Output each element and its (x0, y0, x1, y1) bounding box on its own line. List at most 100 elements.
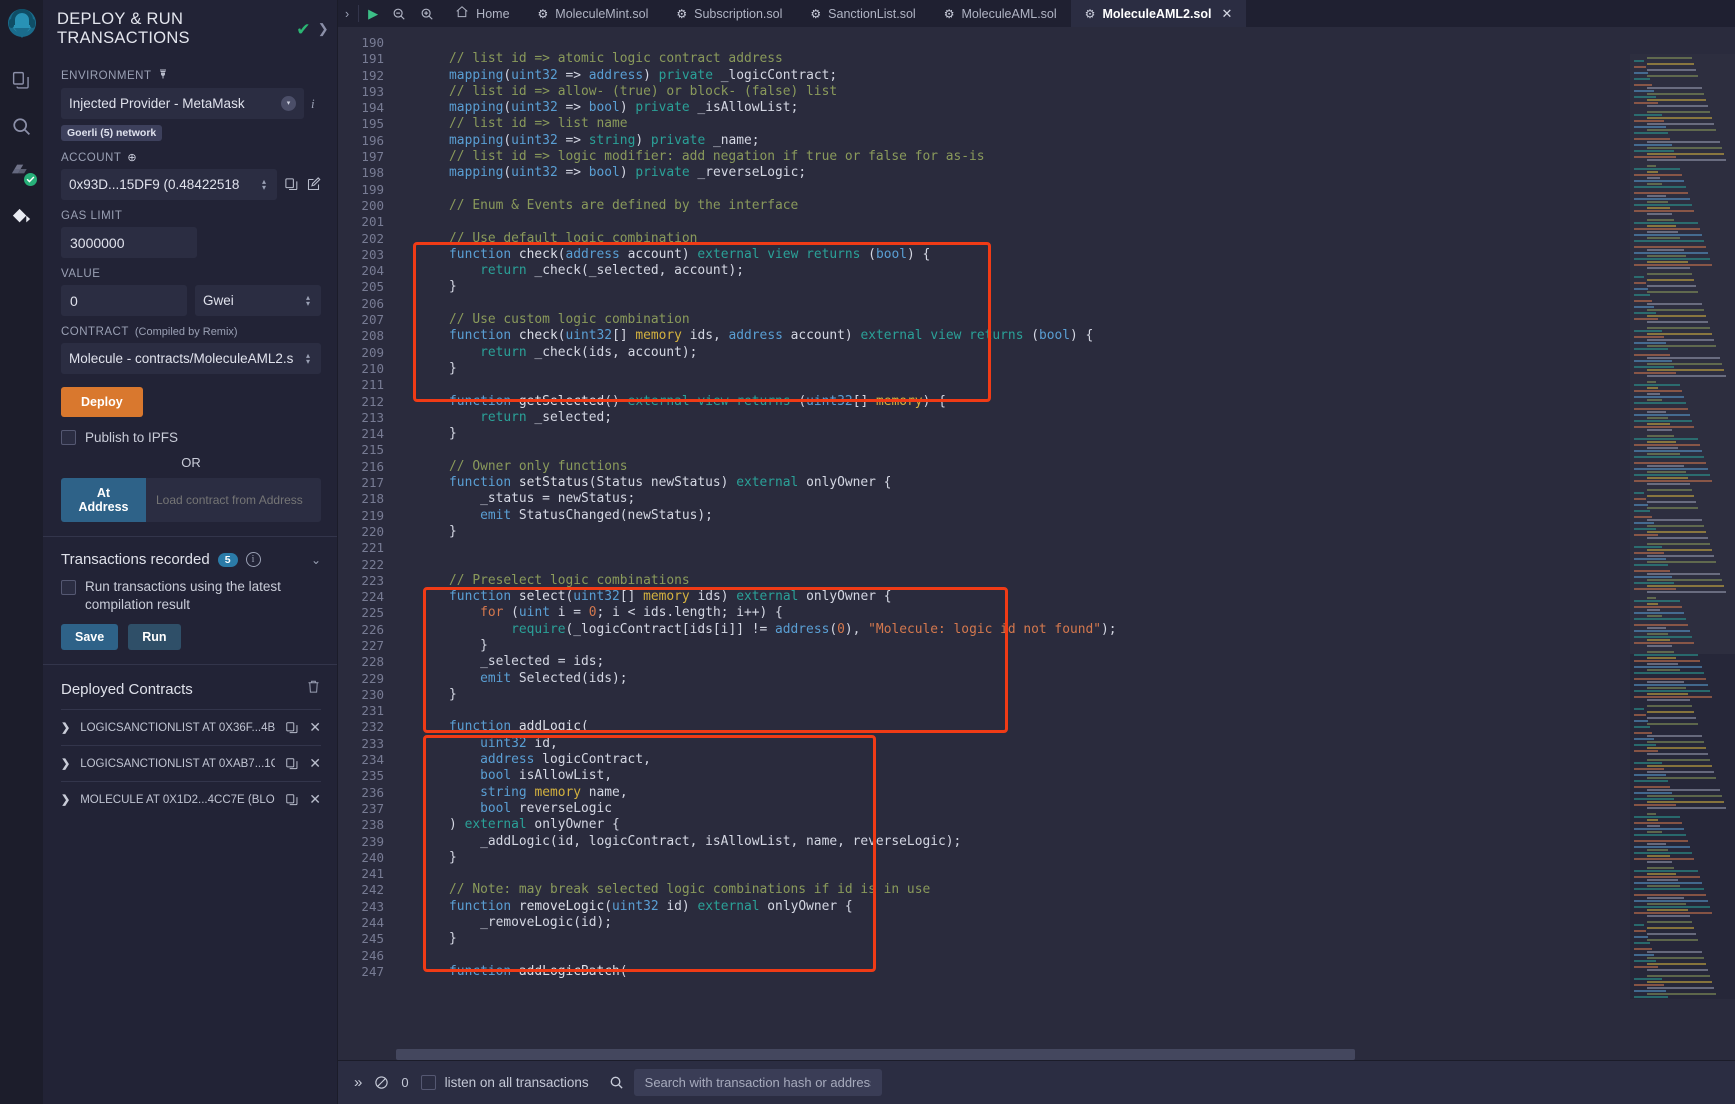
publish-ipfs-checkbox[interactable] (61, 430, 76, 445)
code-line[interactable]: _selected = ids; (396, 654, 1735, 670)
code-line[interactable]: return _check(ids, account); (396, 345, 1735, 361)
code-line[interactable]: mapping(uint32 => bool) private _reverse… (396, 165, 1735, 181)
deploy-button[interactable]: Deploy (61, 387, 143, 417)
account-select[interactable]: 0x93D...15DF9 (0.48422518 ▴ ▾ (61, 169, 277, 200)
solidity-compiler-icon[interactable] (3, 152, 41, 192)
copy-icon[interactable] (285, 793, 299, 807)
code-line[interactable]: // Note: may break selected logic combin… (396, 882, 1735, 898)
tab-subscription[interactable]: ⚙ Subscription.sol (662, 0, 796, 27)
code-line[interactable]: // Enum & Events are defined by the inte… (396, 198, 1735, 214)
code-line[interactable]: } (396, 687, 1735, 703)
code-line[interactable]: // list id => allow- (true) or block- (f… (396, 84, 1735, 100)
code-line[interactable] (396, 557, 1735, 573)
list-item[interactable]: ❯ LOGICSANCTIONLIST AT 0X36F...4BE ✕ (61, 709, 321, 745)
scrollbar-thumb[interactable] (396, 1049, 1355, 1060)
code-line[interactable]: _status = newStatus; (396, 491, 1735, 507)
gas-limit-input[interactable]: 3000000 (61, 227, 197, 258)
code-line[interactable]: // Preselect logic combinations (396, 573, 1735, 589)
code-line[interactable]: emit Selected(ids); (396, 671, 1735, 687)
code-line[interactable]: function setStatus(Status newStatus) ext… (396, 475, 1735, 491)
run-script-icon[interactable]: ▶ (361, 0, 385, 27)
chevron-down-icon[interactable]: ⌄ (311, 553, 321, 567)
code-line[interactable]: for (uint i = 0; i < ids.length; i++) { (396, 605, 1735, 621)
code-line[interactable]: function check(address account) external… (396, 247, 1735, 263)
code-line[interactable]: } (396, 638, 1735, 654)
code-line[interactable]: // Use default logic combination (396, 231, 1735, 247)
code-line[interactable] (396, 377, 1735, 393)
add-account-icon[interactable]: ⊕ (127, 151, 137, 164)
search-icon[interactable] (609, 1075, 624, 1090)
code-line[interactable]: address logicContract, (396, 752, 1735, 768)
code-line[interactable]: return _selected; (396, 410, 1735, 426)
code-line[interactable]: } (396, 361, 1735, 377)
remix-logo[interactable] (3, 6, 41, 44)
code-line[interactable]: uint32 id, (396, 736, 1735, 752)
code-line[interactable] (396, 214, 1735, 230)
file-explorer-icon[interactable] (3, 60, 41, 100)
copy-icon[interactable] (284, 177, 299, 192)
list-item[interactable]: ❯ MOLECULE AT 0X1D2...4CC7E (BLOC ✕ (61, 781, 321, 817)
code-line[interactable]: function getSelected() external view ret… (396, 394, 1735, 410)
code-line[interactable]: function check(uint32[] memory ids, addr… (396, 328, 1735, 344)
code-line[interactable]: } (396, 426, 1735, 442)
tab-moleculeaml2[interactable]: ⚙ MoleculeAML2.sol ✕ (1070, 0, 1247, 27)
code-line[interactable]: // list id => atomic logic contract addr… (396, 51, 1735, 67)
close-icon[interactable]: ✕ (309, 719, 321, 736)
terminal-search-input[interactable] (633, 1069, 882, 1096)
close-icon[interactable]: ✕ (1221, 6, 1232, 22)
tab-sanctionlist[interactable]: ⚙ SanctionList.sol (796, 0, 929, 27)
code-line[interactable]: mapping(uint32 => address) private _logi… (396, 68, 1735, 84)
close-icon[interactable]: ✕ (309, 755, 321, 772)
code-line[interactable] (396, 442, 1735, 458)
publish-ipfs-row[interactable]: Publish to IPFS (61, 430, 321, 445)
code-line[interactable]: // Owner only functions (396, 459, 1735, 475)
code-line[interactable] (396, 182, 1735, 198)
copy-icon[interactable] (285, 757, 299, 771)
trash-icon[interactable] (306, 679, 321, 699)
code-line[interactable] (396, 35, 1735, 51)
tab-home[interactable]: Home (441, 0, 523, 27)
chevron-updown-icon[interactable]: ▴ ▾ (259, 177, 269, 191)
code-line[interactable]: // list id => logic modifier: add negati… (396, 149, 1735, 165)
run-latest-compilation-row[interactable]: Run transactions using the latest compil… (61, 578, 321, 614)
code-line[interactable] (396, 866, 1735, 882)
code-line[interactable]: require(_logicContract[ids[i]] != addres… (396, 622, 1735, 638)
code-line[interactable]: bool reverseLogic (396, 801, 1735, 817)
panel-expand-icon[interactable]: ❯ (318, 21, 329, 37)
code-line[interactable]: } (396, 279, 1735, 295)
search-icon[interactable] (3, 106, 41, 146)
at-address-input[interactable] (146, 478, 321, 522)
value-input[interactable]: 0 (61, 285, 188, 316)
code-line[interactable]: ) external onlyOwner { (396, 817, 1735, 833)
code-content[interactable]: // list id => atomic logic contract addr… (396, 27, 1735, 1060)
code-line[interactable]: // Use custom logic combination (396, 312, 1735, 328)
environment-select[interactable]: Injected Provider - MetaMask ▾ (61, 88, 304, 119)
save-button[interactable]: Save (61, 624, 119, 650)
value-unit-select[interactable]: Gwei ▴ ▾ (195, 285, 321, 316)
run-latest-compilation-checkbox[interactable] (61, 580, 76, 595)
code-line[interactable]: function select(uint32[] memory ids) ext… (396, 589, 1735, 605)
code-line[interactable] (396, 703, 1735, 719)
code-line[interactable]: function removeLogic(uint32 id) external… (396, 899, 1735, 915)
code-line[interactable]: } (396, 850, 1735, 866)
edit-icon[interactable] (306, 177, 321, 192)
environment-info-icon[interactable]: i (311, 96, 321, 112)
chevron-updown-icon[interactable]: ▾ (281, 96, 296, 111)
contract-select[interactable]: Molecule - contracts/MoleculeAML2.s ▴ ▾ (61, 343, 321, 374)
expand-panel-icon[interactable]: › (338, 0, 356, 27)
zoom-out-icon[interactable] (385, 0, 413, 27)
code-line[interactable]: bool isAllowList, (396, 768, 1735, 784)
chevron-updown-icon[interactable]: ▴ ▾ (303, 293, 313, 307)
code-line[interactable] (396, 296, 1735, 312)
code-line[interactable]: mapping(uint32 => bool) private _isAllow… (396, 100, 1735, 116)
run-button[interactable]: Run (128, 624, 181, 650)
close-icon[interactable]: ✕ (309, 791, 321, 808)
code-line[interactable]: mapping(uint32 => string) private _name; (396, 133, 1735, 149)
deploy-run-icon[interactable] (3, 198, 41, 238)
code-line[interactable] (396, 540, 1735, 556)
at-address-button[interactable]: At Address (61, 478, 146, 522)
code-line[interactable]: function addLogicBatch( (396, 964, 1735, 980)
code-line[interactable]: emit StatusChanged(newStatus); (396, 508, 1735, 524)
code-line[interactable]: string memory name, (396, 785, 1735, 801)
code-line[interactable]: _addLogic(id, logicContract, isAllowList… (396, 834, 1735, 850)
